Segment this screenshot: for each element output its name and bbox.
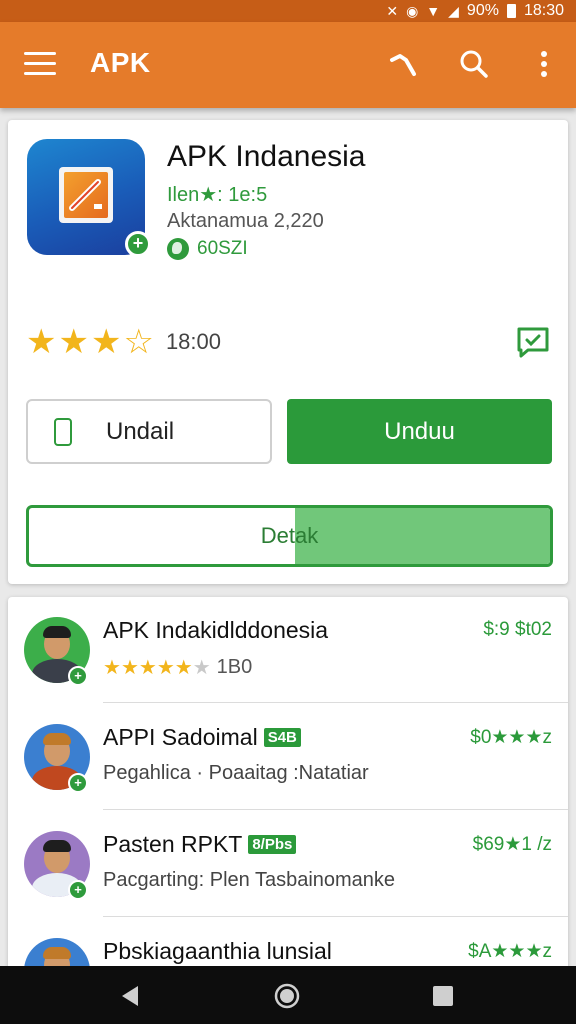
star-icon: ★ xyxy=(90,323,122,361)
globe-icon xyxy=(167,238,189,260)
divider xyxy=(103,702,568,703)
list-item-price: $0★★★z xyxy=(470,727,552,748)
secondary-action-button[interactable]: Undail xyxy=(26,399,272,464)
list-item-price: $69★1 /z xyxy=(472,834,552,855)
back-button[interactable] xyxy=(116,982,146,1010)
tool-button[interactable] xyxy=(384,44,424,84)
list-item-tag: 8/Pbs xyxy=(248,835,297,854)
star-icon: ★ xyxy=(120,657,139,679)
divider xyxy=(103,809,568,810)
list-item-tag: S4B xyxy=(263,728,301,747)
list-item[interactable]: + APK Indakidlddonesia ★ ★ ★ ★ ★ ★ 1B0 $… xyxy=(8,597,568,703)
signal-icon: ◢ xyxy=(448,3,459,19)
list-item-title-text: Pbskiagaanthia lunsial xyxy=(103,938,332,964)
wifi-icon: ▼ xyxy=(426,3,441,19)
download-button[interactable]: Unduu xyxy=(287,399,552,464)
list-item[interactable]: + APPI Sadoimal S4B Pegahlica · Poaaitag… xyxy=(8,704,568,810)
divider xyxy=(103,916,568,917)
app-logo: + xyxy=(27,139,151,257)
list-item-title: Pasten RPKT 8/Pbs xyxy=(103,831,297,858)
star-icon: ★ xyxy=(26,323,57,361)
app-developer: Ilen★: 1e:5 xyxy=(167,184,268,206)
status-bar: ✕ ◉ ▼ ◢ 90% 18:30 xyxy=(0,0,576,22)
list-item-rating: ★ ★ ★ ★ ★ ★ 1B0 xyxy=(103,655,252,680)
list-item-title-text: APK Indakidlddonesia xyxy=(103,617,329,643)
progress-button[interactable]: Detak xyxy=(26,505,553,567)
system-nav-bar xyxy=(0,966,576,1024)
list-item[interactable]: + Pasten RPKT 8/Pbs Pacgarting: Plen Tas… xyxy=(8,811,568,917)
rating-row: ★ ★ ★ ☆ 18:00 xyxy=(26,325,221,359)
more-options-button[interactable] xyxy=(524,44,564,84)
list-item-price: $:9 $t02 xyxy=(483,619,552,640)
app-list: + APK Indakidlddonesia ★ ★ ★ ★ ★ ★ 1B0 $… xyxy=(8,597,568,977)
list-item-rating-value: 1B0 xyxy=(216,656,253,678)
install-badge-icon: + xyxy=(68,880,88,900)
app-size-row: 60SZI xyxy=(167,238,248,260)
install-badge-icon: + xyxy=(68,773,88,793)
star-icon: ★ xyxy=(174,657,193,679)
list-item-title: APK Indakidlddonesia xyxy=(103,617,328,644)
mute-icon: ✕ xyxy=(386,3,399,19)
battery-icon xyxy=(506,4,516,18)
app-bar: APK xyxy=(0,22,576,108)
clock: 18:30 xyxy=(523,2,564,19)
location-icon: ◉ xyxy=(406,3,419,19)
review-button[interactable] xyxy=(516,326,550,358)
pencil-icon xyxy=(69,179,102,211)
app-size: 60SZI xyxy=(197,238,248,259)
list-item-title: Pbskiagaanthia lunsial xyxy=(103,938,332,965)
list-item-title-text: Pasten RPKT xyxy=(103,831,243,857)
search-icon xyxy=(460,50,488,78)
battery-percent: 90% xyxy=(466,2,499,19)
list-item-subtitle: Pegahlica · Poaaitag :Natatiar xyxy=(103,762,369,784)
star-icon: ★ xyxy=(58,323,89,361)
search-button[interactable] xyxy=(454,44,494,84)
star-icon: ★ xyxy=(138,657,157,679)
wrench-icon xyxy=(390,54,416,76)
app-meta: Aktanamua 2,220 xyxy=(167,210,324,232)
list-item-price: $A★★★z xyxy=(468,941,552,962)
more-vert-icon xyxy=(541,51,547,77)
recents-icon xyxy=(433,986,453,1006)
progress-label: Detak xyxy=(260,523,319,548)
star-empty-icon: ★ xyxy=(192,657,211,679)
rating-value: 18:00 xyxy=(165,329,221,354)
list-item-title: APPI Sadoimal S4B xyxy=(103,724,301,751)
menu-button[interactable] xyxy=(24,52,56,78)
hamburger-icon xyxy=(24,52,56,55)
app-bar-title: APK xyxy=(90,47,151,78)
secondary-action-label: Undail xyxy=(106,417,175,445)
home-icon xyxy=(274,983,300,1009)
app-detail-card: + APK Indanesia Ilen★: 1e:5 Aktanamua 2,… xyxy=(8,120,568,584)
list-item-title-text: APPI Sadoimal xyxy=(103,724,258,750)
install-badge-icon: + xyxy=(68,666,88,686)
star-outline-icon: ☆ xyxy=(123,323,154,361)
install-badge-icon: + xyxy=(125,231,151,257)
comment-check-icon xyxy=(517,327,549,358)
phone-icon xyxy=(54,417,72,446)
home-button[interactable] xyxy=(272,982,302,1010)
app-logo-inner xyxy=(59,167,113,223)
star-icon: ★ xyxy=(103,657,121,679)
list-item-subtitle: Pacgarting: Plen Tasbainomanke xyxy=(103,869,396,891)
star-icon: ★ xyxy=(156,657,175,679)
app-name: APK Indanesia xyxy=(167,140,366,173)
recents-button[interactable] xyxy=(428,982,458,1010)
back-icon xyxy=(122,986,138,1006)
